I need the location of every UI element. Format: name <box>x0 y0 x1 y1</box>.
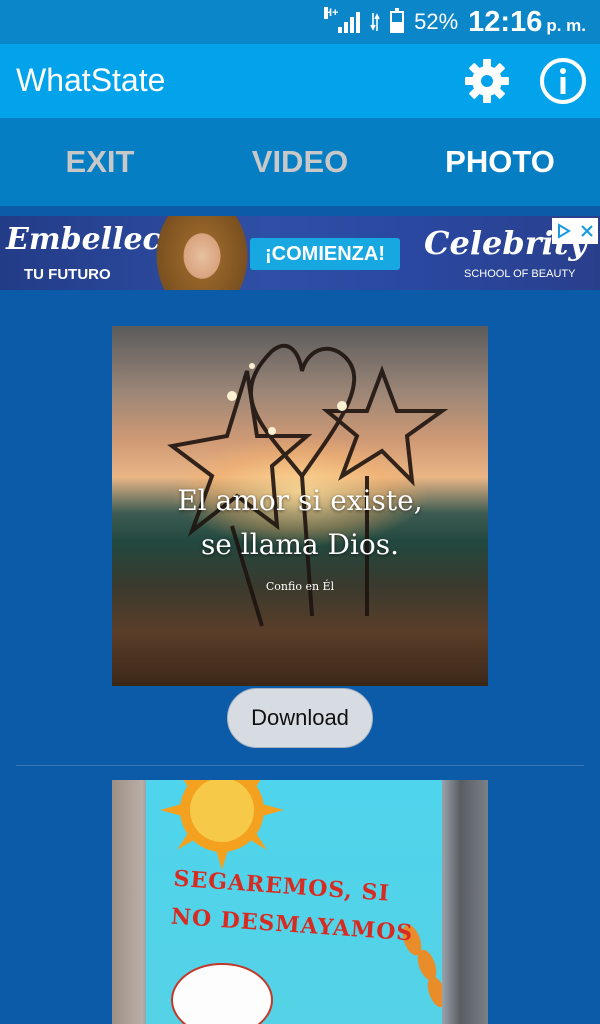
battery-percent: 52% <box>414 9 459 34</box>
clock: 12:16 p. m. <box>468 6 586 39</box>
divider <box>16 765 584 766</box>
ad-banner[interactable]: Embellece TU FUTURO ¡COMIENZA! Celebrity… <box>0 216 600 290</box>
ad-brand-sub: SCHOOL OF BEAUTY <box>464 268 576 280</box>
photo-caption-line-1: El amor si existe, <box>177 484 423 517</box>
clock-time: 12:16 <box>468 5 543 38</box>
ad-subline: TU FUTURO <box>24 266 111 283</box>
ad-cta-button[interactable]: ¡COMIENZA! <box>250 238 400 270</box>
photo-edge <box>442 780 488 1024</box>
tab-photo[interactable]: PHOTO <box>400 118 600 206</box>
download-button[interactable]: Download <box>227 688 373 748</box>
status-photo-2[interactable]: SEGAREMOS, SI NO DESMAYAMOS <box>112 780 488 1024</box>
app-bar: WhatState <box>0 44 600 118</box>
battery-icon <box>390 8 405 33</box>
info-icon <box>540 58 586 104</box>
status-indicators: H+ 52% 12:16 p. m. <box>324 6 586 39</box>
app-title: WhatState <box>16 62 166 98</box>
ad-controls <box>552 218 598 244</box>
status-bar: H+ 52% 12:16 p. m. <box>0 0 600 44</box>
network-type: H+ <box>324 7 339 19</box>
photo-caption-small: Confio en Él <box>265 580 335 593</box>
tab-bar: EXIT VIDEO PHOTO <box>0 118 600 206</box>
tab-video[interactable]: VIDEO <box>200 118 400 206</box>
data-activity-icon <box>370 13 380 31</box>
info-button[interactable] <box>538 56 588 106</box>
adchoices-icon[interactable] <box>556 223 572 239</box>
clock-suffix: p. m. <box>546 15 586 35</box>
photo-caption-line-2: se llama Dios. <box>200 528 400 561</box>
status-photo[interactable]: El amor si existe, se llama Dios. Confio… <box>112 326 488 686</box>
close-icon[interactable] <box>579 223 595 239</box>
gear-icon <box>465 59 509 103</box>
settings-button[interactable] <box>462 56 512 106</box>
signal-icon: H+ <box>324 7 361 33</box>
tab-exit[interactable]: EXIT <box>0 118 200 206</box>
ad-model-image <box>146 216 258 290</box>
